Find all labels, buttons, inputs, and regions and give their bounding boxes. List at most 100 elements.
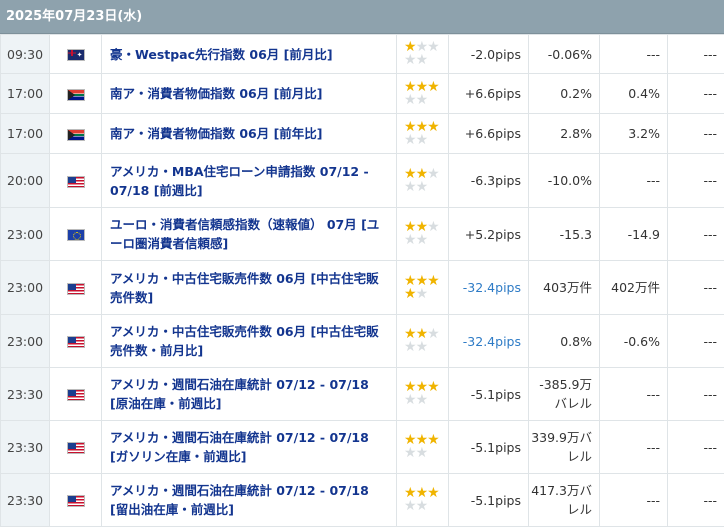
star-empty-icon: ★ <box>404 52 417 68</box>
star-rating: ★★★ ★★ <box>404 379 448 407</box>
table-row: 23:30 アメリカ・週間石油在庫統計 07/12 - 07/18 [原油在庫・前… <box>0 367 724 421</box>
previous-value-cell: -15.3 <box>528 207 600 261</box>
star-filled-icon: ★ <box>427 78 440 95</box>
pips-value: -2.0pips <box>470 46 521 62</box>
star-empty-icon: ★ <box>404 445 417 461</box>
au-flag-icon <box>66 49 85 61</box>
event-name-link[interactable]: アメリカ・中古住宅販売件数 06月 [中古住宅販売件数・前月比] <box>110 324 379 358</box>
pips-cell: -5.1pips <box>448 420 529 474</box>
table-row: 17:00 南ア・消費者物価指数 06月 [前年比] ★★★ ★★ +6.6pips 2.… <box>0 113 724 154</box>
table-row: 17:00 南ア・消費者物価指数 06月 [前月比] ★★★ ★★ +6.6pips 0.… <box>0 73 724 114</box>
forecast-value: -0.6% <box>623 333 660 349</box>
event-name-link[interactable]: 南ア・消費者物価指数 06月 [前月比] <box>110 86 323 101</box>
za-flag-icon <box>66 128 85 141</box>
event-time: 23:30 <box>7 439 44 455</box>
importance-rating: ★★★ ★★ <box>396 113 449 154</box>
event-time: 20:00 <box>7 173 44 188</box>
flag-cell <box>49 73 102 114</box>
forecast-value: --- <box>646 386 660 402</box>
star-empty-icon: ★ <box>415 285 429 302</box>
event-name-link[interactable]: アメリカ・MBA住宅ローン申請指数 07/12 - 07/18 [前週比] <box>110 164 369 198</box>
event-name-link[interactable]: ユーロ・消費者信頼感指数（速報値） 07月 [ユーロ圏消費者信頼感] <box>110 217 379 251</box>
star-empty-icon: ★ <box>404 339 417 355</box>
event-name-link[interactable]: アメリカ・週間石油在庫統計 07/12 - 07/18 [ガソリン在庫・前週比] <box>110 430 369 464</box>
star-empty-icon: ★ <box>415 52 429 68</box>
pips-value: +6.6pips <box>464 126 521 141</box>
star-filled-icon: ★ <box>427 379 440 395</box>
flag-cell <box>49 153 102 208</box>
star-empty-icon: ★ <box>404 178 417 195</box>
pips-cell: +6.6pips <box>448 113 529 154</box>
pips-value: -5.1pips <box>470 439 521 455</box>
pips-cell: +5.2pips <box>448 207 529 261</box>
result-value: --- <box>703 226 717 242</box>
result-value: --- <box>703 126 717 141</box>
previous-value-cell: 417.3万バレル <box>528 473 600 527</box>
forecast-value: 3.2% <box>628 126 660 141</box>
result-value-cell: --- <box>667 314 724 368</box>
pips-cell: -32.4pips <box>448 260 529 315</box>
us-flag-icon <box>66 175 85 188</box>
result-value-cell: --- <box>667 367 724 421</box>
event-name-link[interactable]: 南ア・消費者物価指数 06月 [前年比] <box>110 126 323 141</box>
star-rating: ★★★ ★★ <box>404 486 448 514</box>
star-empty-icon: ★ <box>427 165 440 182</box>
date-header: 2025年07月23日(水) <box>0 0 724 34</box>
forecast-value-cell: --- <box>599 473 668 527</box>
event-time: 23:00 <box>7 333 44 349</box>
pips-cell: +6.6pips <box>448 73 529 114</box>
previous-value: -0.06% <box>547 46 592 62</box>
forecast-value-cell: 3.2% <box>599 113 668 154</box>
star-rating: ★★★ ★★ <box>404 326 448 355</box>
event-name-cell: 豪・Westpac先行指数 06月 [前月比] <box>101 34 397 74</box>
event-name-link[interactable]: アメリカ・中古住宅販売件数 06月 [中古住宅販売件数] <box>110 271 379 305</box>
pips-value: -32.4pips <box>462 333 521 349</box>
flag-cell <box>49 367 102 421</box>
pips-value: -6.3pips <box>470 173 521 188</box>
economic-calendar-table: 09:30豪・Westpac先行指数 06月 [前月比]★★★★★-2.0pip… <box>0 34 724 527</box>
forecast-value-cell: 402万件 <box>599 260 668 315</box>
star-rating: ★★★ ★★ <box>404 274 448 302</box>
result-value-cell: --- <box>667 420 724 474</box>
importance-rating: ★★★ ★★ <box>396 73 449 114</box>
star-empty-icon: ★ <box>415 498 429 514</box>
event-name-link[interactable]: アメリカ・週間石油在庫統計 07/12 - 07/18 [留出油在庫・前週比] <box>110 483 369 517</box>
previous-value-cell: 403万件 <box>528 260 600 315</box>
flag-cell <box>49 420 102 474</box>
pips-cell: -32.4pips <box>448 314 529 368</box>
result-value-cell: --- <box>667 260 724 315</box>
event-name-link[interactable]: アメリカ・週間石油在庫統計 07/12 - 07/18 [原油在庫・前週比] <box>110 377 369 411</box>
star-rating: ★★★ ★★ <box>404 220 448 248</box>
star-empty-icon: ★ <box>427 326 440 342</box>
time-cell: 23:30 <box>0 420 50 474</box>
forecast-value: --- <box>646 46 660 62</box>
star-empty-icon: ★ <box>404 232 417 248</box>
result-value: --- <box>703 86 717 101</box>
importance-rating: ★★★ ★★ <box>396 367 449 421</box>
event-name-link[interactable]: 豪・Westpac先行指数 06月 [前月比] <box>110 47 333 62</box>
previous-value-cell: 339.9万バレル <box>528 420 600 474</box>
result-value-cell: --- <box>667 473 724 527</box>
previous-value-cell: -0.06% <box>528 34 600 74</box>
forecast-value-cell: --- <box>599 420 668 474</box>
result-value-cell: --- <box>667 73 724 114</box>
table-row: 20:00 アメリカ・MBA住宅ローン申請指数 07/12 - 07/18 [前週… <box>0 153 724 208</box>
us-flag-icon <box>66 336 85 348</box>
forecast-value-cell: -14.9 <box>599 207 668 261</box>
importance-rating: ★★★ ★★ <box>396 314 449 368</box>
result-value-cell: --- <box>667 113 724 154</box>
importance-rating: ★★★ ★★ <box>396 153 449 208</box>
time-cell: 23:00 <box>0 314 50 368</box>
time-cell: 20:00 <box>0 153 50 208</box>
event-name-cell: アメリカ・週間石油在庫統計 07/12 - 07/18 [ガソリン在庫・前週比] <box>101 420 397 474</box>
table-row: 23:30 アメリカ・週間石油在庫統計 07/12 - 07/18 [ガソリン在庫… <box>0 420 724 474</box>
importance-rating: ★★★ ★★ <box>396 260 449 315</box>
previous-value-cell: -385.9万バレル <box>528 367 600 421</box>
time-cell: 17:00 <box>0 73 50 114</box>
star-empty-icon: ★ <box>415 178 429 195</box>
event-time: 09:30 <box>7 46 44 62</box>
result-value-cell: --- <box>667 34 724 74</box>
forecast-value-cell: --- <box>599 34 668 74</box>
flag-cell <box>49 473 102 527</box>
star-rating: ★★★ ★★ <box>404 120 448 147</box>
